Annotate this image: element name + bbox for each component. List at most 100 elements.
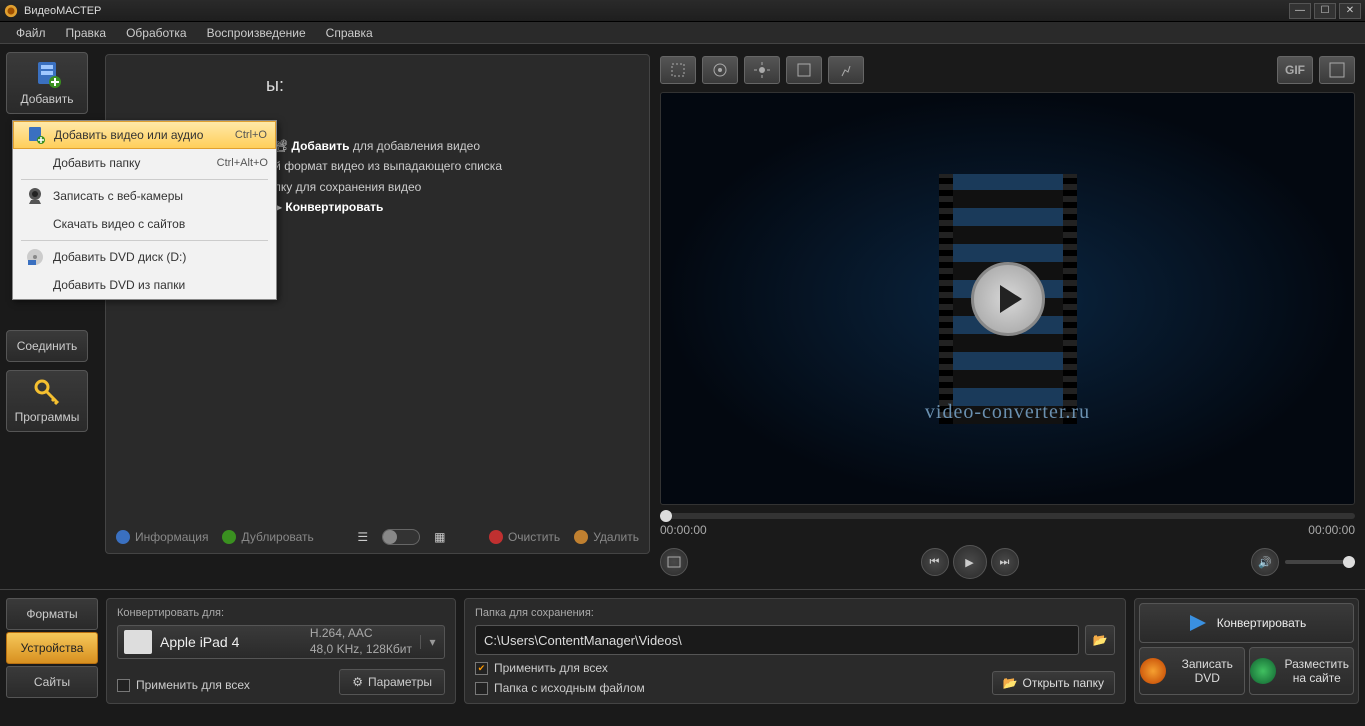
image-icon bbox=[667, 555, 681, 569]
play-button[interactable]: ▶ bbox=[953, 545, 987, 579]
tab-devices[interactable]: Устройства bbox=[6, 632, 98, 664]
gear-icon: ⚙ bbox=[352, 675, 363, 689]
dropdown-dvd-folder[interactable]: Добавить DVD из папки bbox=[13, 271, 276, 299]
menubar: Файл Правка Обработка Воспроизведение Сп… bbox=[0, 22, 1365, 44]
volume-slider[interactable] bbox=[1285, 560, 1355, 564]
device-info: H.264, AAC48,0 KHz, 128Кбит bbox=[310, 626, 412, 657]
fullscreen-icon bbox=[1329, 62, 1345, 78]
add-dropdown: Добавить видео или аудио Ctrl+O Добавить… bbox=[12, 120, 277, 300]
progress-thumb[interactable] bbox=[660, 510, 672, 522]
clear-icon bbox=[489, 530, 503, 544]
menu-edit[interactable]: Правка bbox=[56, 23, 117, 43]
menu-playback[interactable]: Воспроизведение bbox=[197, 23, 316, 43]
aperture-icon bbox=[712, 62, 728, 78]
grid-icon[interactable]: ▦ bbox=[434, 530, 445, 544]
menu-file[interactable]: Файл bbox=[6, 23, 56, 43]
apply-all-checkbox[interactable]: Применить для всех bbox=[117, 678, 250, 692]
app-title: ВидеоМАСТЕР bbox=[24, 5, 1286, 17]
dropdown-webcam[interactable]: Записать с веб-камеры bbox=[13, 182, 276, 210]
programs-label: Программы bbox=[15, 410, 80, 424]
brightness-button[interactable] bbox=[744, 56, 780, 84]
playback-controls: ⏮ ▶ ⏭ 🔊 bbox=[660, 545, 1355, 579]
dropdown-add-video[interactable]: Добавить видео или аудио Ctrl+O bbox=[13, 121, 276, 149]
globe-icon bbox=[1250, 658, 1276, 684]
film-plus-icon bbox=[22, 125, 50, 145]
connect-button[interactable]: Соединить bbox=[6, 330, 88, 362]
video-preview[interactable]: video-converter.ru bbox=[660, 92, 1355, 505]
info-button[interactable]: Информация bbox=[116, 530, 208, 544]
prev-button[interactable]: ⏮ bbox=[921, 548, 949, 576]
clear-button[interactable]: Очистить bbox=[489, 530, 560, 544]
tab-formats[interactable]: Форматы bbox=[6, 598, 98, 630]
steps-title: ы: bbox=[266, 75, 629, 96]
time-total: 00:00:00 bbox=[1308, 523, 1355, 537]
path-input[interactable] bbox=[475, 625, 1079, 655]
sun-icon bbox=[754, 62, 770, 78]
convert-panel: Конвертировать для: Apple iPad 4 H.264, … bbox=[106, 598, 456, 704]
content-toolbar: Информация Дублировать ☰ ▦ Очистить Удал… bbox=[116, 529, 639, 545]
add-label: Добавить bbox=[20, 92, 73, 106]
close-button[interactable]: ✕ bbox=[1339, 3, 1361, 19]
dropdown-dvd-disk[interactable]: Добавить DVD диск (D:) bbox=[13, 243, 276, 271]
maximize-button[interactable]: ☐ bbox=[1314, 3, 1336, 19]
speed-button[interactable] bbox=[828, 56, 864, 84]
key-icon bbox=[33, 378, 61, 406]
app-icon bbox=[4, 4, 18, 18]
dropdown-download[interactable]: Скачать видео с сайтов bbox=[13, 210, 276, 238]
titlebar: ВидеоМАСТЕР — ☐ ✕ bbox=[0, 0, 1365, 22]
effects-button[interactable] bbox=[702, 56, 738, 84]
convert-label: Конвертировать для: bbox=[117, 607, 445, 619]
publish-button[interactable]: Разместить на сайте bbox=[1249, 647, 1355, 695]
crop-icon bbox=[670, 62, 686, 78]
browse-button[interactable]: 📂 bbox=[1085, 625, 1115, 655]
burn-dvd-button[interactable]: Записать DVD bbox=[1139, 647, 1245, 695]
video-toolbar: GIF bbox=[660, 54, 1355, 86]
crop-button[interactable] bbox=[660, 56, 696, 84]
checkbox-icon: ✔ bbox=[475, 662, 488, 675]
format-tabs: Форматы Устройства Сайты bbox=[6, 598, 98, 704]
menu-process[interactable]: Обработка bbox=[116, 23, 197, 43]
duplicate-icon bbox=[222, 530, 236, 544]
programs-button[interactable]: Программы bbox=[6, 370, 88, 432]
open-folder-button[interactable]: 📂Открыть папку bbox=[992, 671, 1115, 695]
device-select[interactable]: Apple iPad 4 H.264, AAC48,0 KHz, 128Кбит… bbox=[117, 625, 445, 659]
next-button[interactable]: ⏭ bbox=[991, 548, 1019, 576]
convert-button[interactable]: Конвертировать bbox=[1139, 603, 1354, 643]
film-icon bbox=[796, 62, 812, 78]
dropdown-add-folder[interactable]: Добавить папку Ctrl+Alt+O bbox=[13, 149, 276, 177]
params-button[interactable]: ⚙Параметры bbox=[339, 669, 445, 695]
duplicate-button[interactable]: Дублировать bbox=[222, 530, 313, 544]
folder-icon: 📂 bbox=[1003, 676, 1018, 690]
delete-icon bbox=[574, 530, 588, 544]
folder-icon: 📂 bbox=[1093, 633, 1108, 647]
film-plus-icon bbox=[33, 60, 61, 88]
view-toggle[interactable] bbox=[382, 529, 420, 545]
play-arrow-icon bbox=[1187, 612, 1209, 634]
gif-button[interactable]: GIF bbox=[1277, 56, 1313, 84]
fullscreen-button[interactable] bbox=[1319, 56, 1355, 84]
folder-label: Папка для сохранения: bbox=[475, 607, 1115, 619]
dropdown-separator bbox=[21, 179, 268, 180]
menu-help[interactable]: Справка bbox=[316, 23, 383, 43]
ipad-icon bbox=[124, 630, 152, 654]
dropdown-separator bbox=[21, 240, 268, 241]
text-button[interactable] bbox=[786, 56, 822, 84]
volume-button[interactable]: 🔊 bbox=[1251, 548, 1279, 576]
chevron-down-icon: ▾ bbox=[420, 635, 438, 649]
actions-panel: Конвертировать Записать DVD Разместить н… bbox=[1134, 598, 1359, 704]
time-current: 00:00:00 bbox=[660, 523, 707, 537]
checkbox-icon bbox=[117, 679, 130, 692]
list-icon[interactable]: ☰ bbox=[357, 530, 368, 544]
snapshot-button[interactable] bbox=[660, 548, 688, 576]
folder-panel: Папка для сохранения: 📂 ✔Применить для в… bbox=[464, 598, 1126, 704]
filmstrip-graphic bbox=[953, 174, 1063, 424]
tab-sites[interactable]: Сайты bbox=[6, 666, 98, 698]
run-icon bbox=[838, 62, 854, 78]
device-name: Apple iPad 4 bbox=[160, 634, 302, 650]
dvd-icon bbox=[21, 247, 49, 267]
progress-bar[interactable] bbox=[660, 513, 1355, 519]
minimize-button[interactable]: — bbox=[1289, 3, 1311, 19]
add-button[interactable]: Добавить bbox=[6, 52, 88, 114]
volume-thumb[interactable] bbox=[1343, 556, 1355, 568]
delete-button[interactable]: Удалить bbox=[574, 530, 639, 544]
